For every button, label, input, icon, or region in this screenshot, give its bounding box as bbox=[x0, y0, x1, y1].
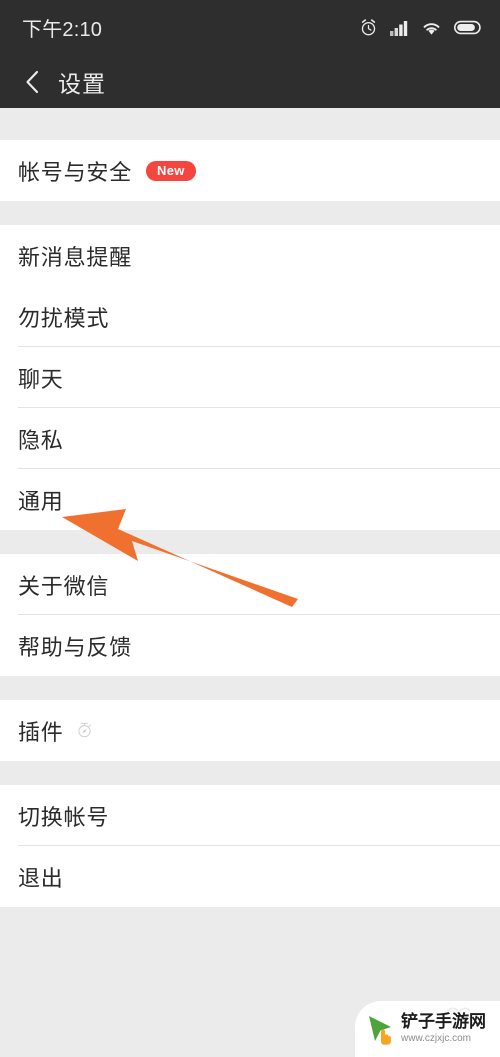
battery-icon bbox=[454, 20, 482, 35]
settings-row-new-message-alerts[interactable]: 新消息提醒 bbox=[0, 225, 500, 286]
settings-row-do-not-disturb[interactable]: 勿扰模式 bbox=[0, 286, 500, 347]
settings-row-label: 新消息提醒 bbox=[18, 244, 133, 270]
settings-row-label: 帮助与反馈 bbox=[18, 634, 133, 660]
settings-row-about-wechat[interactable]: 关于微信 bbox=[0, 554, 500, 615]
green-cursor-play-icon bbox=[363, 1012, 397, 1046]
status-icons bbox=[359, 18, 482, 37]
section-gap bbox=[0, 108, 500, 140]
settings-section-account: 帐号与安全 New bbox=[0, 140, 500, 201]
settings-section-plugins: 插件 bbox=[0, 700, 500, 761]
status-badge: New bbox=[146, 160, 196, 181]
settings-row-help-feedback[interactable]: 帮助与反馈 bbox=[0, 615, 500, 676]
settings-row-label: 聊天 bbox=[18, 366, 64, 392]
settings-row-chat[interactable]: 聊天 bbox=[0, 347, 500, 408]
settings-row-account-security[interactable]: 帐号与安全 New bbox=[0, 140, 500, 201]
settings-row-label: 帐号与安全 bbox=[18, 159, 133, 185]
title-bar: 设置 bbox=[0, 55, 500, 108]
watermark-site-url: www.czjxjc.com bbox=[401, 1032, 472, 1044]
watermark-site-name: 铲子手游网 bbox=[401, 1012, 486, 1032]
chevron-left-icon bbox=[22, 69, 44, 95]
settings-row-label: 退出 bbox=[18, 865, 64, 891]
page-title: 设置 bbox=[58, 70, 106, 97]
settings-list: 帐号与安全 New 新消息提醒 勿扰模式 聊天 隐私 通用 关于微信 帮助与反馈… bbox=[0, 108, 500, 907]
settings-row-label: 关于微信 bbox=[18, 573, 110, 599]
watermark-ears-decoration bbox=[446, 998, 472, 1012]
settings-row-logout[interactable]: 退出 bbox=[0, 846, 500, 907]
settings-row-plugins[interactable]: 插件 bbox=[0, 700, 500, 761]
status-time: 下午2:10 bbox=[22, 19, 103, 41]
back-button[interactable] bbox=[16, 65, 50, 99]
section-gap bbox=[0, 676, 500, 700]
settings-row-label: 勿扰模式 bbox=[18, 305, 110, 331]
compass-circle-icon bbox=[76, 722, 93, 739]
settings-row-label: 插件 bbox=[18, 719, 64, 745]
settings-section-preferences: 新消息提醒 勿扰模式 聊天 隐私 通用 bbox=[0, 225, 500, 530]
section-gap bbox=[0, 201, 500, 225]
settings-row-general[interactable]: 通用 bbox=[0, 469, 500, 530]
settings-row-switch-account[interactable]: 切换帐号 bbox=[0, 785, 500, 846]
settings-section-account-actions: 切换帐号 退出 bbox=[0, 785, 500, 907]
status-bar: 下午2:10 bbox=[0, 0, 500, 55]
alarm-clock-icon bbox=[359, 18, 378, 37]
settings-row-label: 通用 bbox=[18, 488, 64, 514]
signal-bars-icon bbox=[390, 20, 409, 36]
settings-row-label: 隐私 bbox=[18, 427, 64, 453]
wifi-icon bbox=[421, 20, 442, 36]
watermark-text: 铲子手游网 www.czjxjc.com bbox=[401, 1013, 486, 1045]
settings-row-label: 切换帐号 bbox=[18, 804, 110, 830]
settings-section-about: 关于微信 帮助与反馈 bbox=[0, 554, 500, 676]
watermark: 铲子手游网 www.czjxjc.com bbox=[355, 1001, 500, 1057]
settings-row-privacy[interactable]: 隐私 bbox=[0, 408, 500, 469]
phone-screen: 下午2:10 设置 帐号与安全 New 新消息提醒 勿扰模式 聊天 隐私 通用 … bbox=[0, 0, 500, 1057]
section-gap bbox=[0, 530, 500, 554]
section-gap bbox=[0, 761, 500, 785]
